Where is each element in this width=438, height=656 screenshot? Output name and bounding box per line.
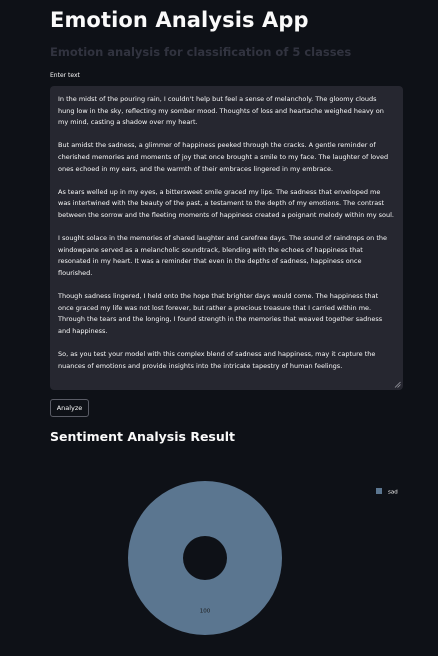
- sentiment-donut-chart: 100 sad: [127, 480, 398, 636]
- text-paragraph: Though sadness lingered, I held onto the…: [58, 292, 383, 335]
- text-paragraph: But amidst the sadness, a glimmer of hap…: [58, 141, 389, 173]
- text-input-area[interactable]: In the midst of the pouring rain, I coul…: [50, 86, 403, 390]
- text-paragraph: As tears welled up in my eyes, a bitters…: [58, 187, 394, 219]
- text-input-label: Enter text: [50, 72, 80, 79]
- text-paragraph: So, as you test your model with this com…: [58, 350, 376, 370]
- result-heading: Sentiment Analysis Result: [50, 429, 236, 444]
- slice-value-label: 100: [200, 609, 211, 615]
- analyze-button[interactable]: Analyze: [50, 399, 89, 417]
- legend-label[interactable]: sad: [388, 490, 398, 496]
- page-subtitle: Emotion analysis for classification of 5…: [50, 45, 352, 59]
- text-paragraph: In the midst of the pouring rain, I coul…: [58, 95, 384, 127]
- legend-swatch: [376, 488, 382, 494]
- resize-handle-icon[interactable]: [394, 381, 401, 388]
- text-paragraph: I sought solace in the memories of share…: [58, 234, 388, 277]
- app-page: Emotion Analysis App Emotion analysis fo…: [0, 0, 438, 656]
- page-title: Emotion Analysis App: [50, 8, 309, 32]
